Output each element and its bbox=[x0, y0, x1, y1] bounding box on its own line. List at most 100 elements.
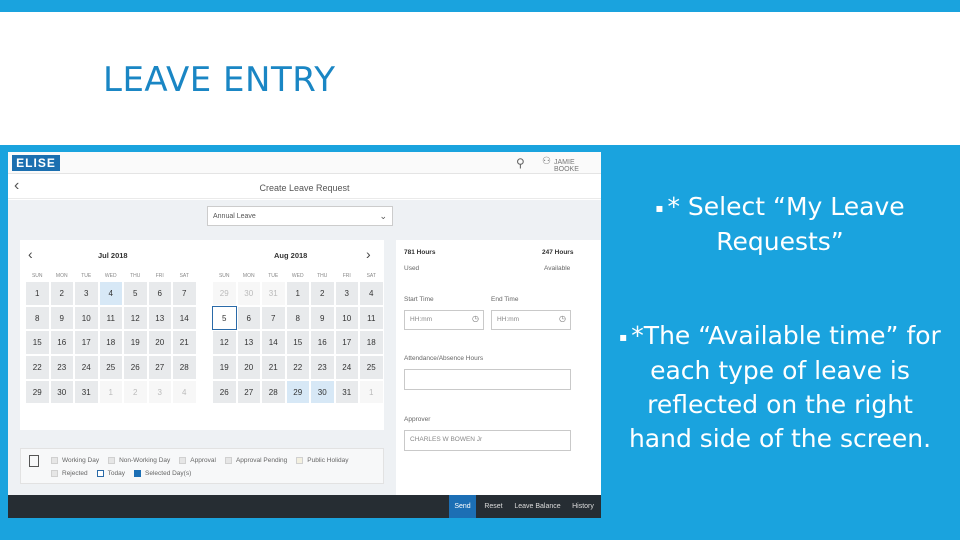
calendar-day[interactable]: 17 bbox=[74, 330, 99, 356]
calendar-day[interactable]: 8 bbox=[285, 305, 310, 331]
clock-icon[interactable]: ◷ bbox=[559, 314, 566, 323]
calendar-day[interactable]: 16 bbox=[49, 330, 74, 356]
calendar-day[interactable]: 2 bbox=[123, 379, 148, 405]
history-button[interactable]: History bbox=[568, 495, 598, 518]
send-button[interactable]: Send bbox=[449, 495, 476, 518]
calendar-day[interactable]: 6 bbox=[147, 281, 172, 306]
legend-label: Selected Day(s) bbox=[145, 470, 192, 477]
calendar-day[interactable]: 10 bbox=[334, 305, 359, 331]
app-logo[interactable]: ELISE bbox=[12, 155, 60, 171]
legend-item: Public Holiday bbox=[296, 457, 348, 464]
leave-type-select[interactable]: Annual Leave ⌄ bbox=[207, 206, 393, 226]
calendar-day[interactable]: 13 bbox=[236, 330, 261, 356]
calendar-day[interactable]: 25 bbox=[98, 355, 123, 380]
calendar-day[interactable]: 30 bbox=[236, 281, 261, 306]
calendar-day[interactable]: 2 bbox=[49, 281, 74, 306]
calendar-day[interactable]: 29 bbox=[212, 281, 237, 306]
calendar-day[interactable]: 3 bbox=[334, 281, 359, 306]
calendar-day[interactable]: 1 bbox=[359, 379, 384, 405]
calendar-day[interactable]: 5 bbox=[212, 305, 237, 331]
calendar-day[interactable]: 4 bbox=[172, 379, 197, 405]
calendar-day[interactable]: 31 bbox=[261, 281, 286, 306]
calendar-day[interactable]: 12 bbox=[123, 305, 148, 331]
calendar-day[interactable]: 11 bbox=[98, 305, 123, 331]
calendar-day[interactable]: 23 bbox=[310, 355, 335, 380]
user-name[interactable]: JAMIE BOOKE bbox=[554, 159, 601, 173]
legend-swatch bbox=[51, 457, 58, 464]
calendar-day[interactable]: 1 bbox=[285, 281, 310, 306]
legend-item: Non-Working Day bbox=[108, 457, 170, 464]
calendar-day[interactable]: 24 bbox=[334, 355, 359, 380]
calendar-day[interactable]: 28 bbox=[261, 379, 286, 405]
calendar-day[interactable]: 20 bbox=[147, 330, 172, 356]
next-month-arrow-icon[interactable]: › bbox=[366, 246, 371, 262]
calendar-day[interactable]: 3 bbox=[147, 379, 172, 405]
calendar-day[interactable]: 11 bbox=[359, 305, 384, 331]
calendar-day[interactable]: 5 bbox=[123, 281, 148, 306]
calendar-day[interactable]: 26 bbox=[212, 379, 237, 405]
calendar-day[interactable]: 12 bbox=[212, 330, 237, 356]
legend-swatch bbox=[51, 470, 58, 477]
calendar-day[interactable]: 21 bbox=[172, 330, 197, 356]
calendar-day[interactable]: 7 bbox=[261, 305, 286, 331]
calendar-day[interactable]: 14 bbox=[172, 305, 197, 331]
calendar-day[interactable]: 29 bbox=[25, 379, 50, 405]
leave-balance-button[interactable]: Leave Balance bbox=[511, 495, 564, 518]
weekday-label: WED bbox=[104, 273, 117, 279]
calendar-day[interactable]: 19 bbox=[123, 330, 148, 356]
calendar-day[interactable]: 6 bbox=[236, 305, 261, 331]
calendar-day[interactable]: 26 bbox=[123, 355, 148, 380]
calendar-day[interactable]: 27 bbox=[147, 355, 172, 380]
legend-toggle-icon[interactable] bbox=[29, 455, 39, 467]
calendar-day[interactable]: 29 bbox=[285, 379, 310, 405]
calendar-day[interactable]: 20 bbox=[236, 355, 261, 380]
calendar-day[interactable]: 4 bbox=[98, 281, 123, 306]
calendar-day[interactable]: 3 bbox=[74, 281, 99, 306]
calendar-day[interactable]: 10 bbox=[74, 305, 99, 331]
reset-button[interactable]: Reset bbox=[480, 495, 507, 518]
calendar-day[interactable]: 18 bbox=[359, 330, 384, 356]
weekday-label: SAT bbox=[366, 273, 376, 279]
calendar-day[interactable]: 19 bbox=[212, 355, 237, 380]
calendar-day[interactable]: 15 bbox=[285, 330, 310, 356]
calendar-day[interactable]: 28 bbox=[172, 355, 197, 380]
available-hours: 247 Hours bbox=[542, 249, 574, 256]
calendar-day[interactable]: 1 bbox=[25, 281, 50, 306]
start-time-input[interactable]: HH:mm ◷ bbox=[404, 310, 484, 330]
action-bar: Send Reset Leave Balance History bbox=[8, 495, 601, 518]
calendar-day[interactable]: 30 bbox=[310, 379, 335, 405]
calendar-day[interactable]: 31 bbox=[334, 379, 359, 405]
calendar-day[interactable]: 14 bbox=[261, 330, 286, 356]
weekday-label: MON bbox=[55, 273, 68, 279]
approver-input[interactable]: CHARLES W BOWEN Jr bbox=[404, 430, 571, 451]
calendar-day[interactable]: 17 bbox=[334, 330, 359, 356]
calendar-day[interactable]: 27 bbox=[236, 379, 261, 405]
legend-swatch bbox=[224, 457, 232, 464]
calendar-day[interactable]: 7 bbox=[172, 281, 197, 306]
calendar-day[interactable]: 21 bbox=[261, 355, 286, 380]
search-icon[interactable]: ⚲ bbox=[516, 156, 525, 170]
calendar-day[interactable]: 8 bbox=[25, 305, 50, 331]
clock-icon[interactable]: ◷ bbox=[472, 314, 479, 323]
calendar-day[interactable]: 16 bbox=[310, 330, 335, 356]
calendar-day[interactable]: 13 bbox=[147, 305, 172, 331]
calendar-day[interactable]: 23 bbox=[49, 355, 74, 380]
calendar-day[interactable]: 25 bbox=[359, 355, 384, 380]
prev-month-arrow-icon[interactable]: ‹ bbox=[28, 246, 33, 262]
calendar-day[interactable]: 1 bbox=[98, 379, 123, 405]
calendar-day[interactable]: 18 bbox=[98, 330, 123, 356]
user-icon[interactable]: ⚇ bbox=[542, 156, 551, 167]
calendar-day[interactable]: 22 bbox=[285, 355, 310, 380]
calendar-day[interactable]: 30 bbox=[49, 379, 74, 405]
calendar-day[interactable]: 4 bbox=[359, 281, 384, 306]
calendar-day[interactable]: 24 bbox=[74, 355, 99, 380]
end-time-input[interactable]: HH:mm ◷ bbox=[491, 310, 571, 330]
calendar-day[interactable]: 15 bbox=[25, 330, 50, 356]
calendar-day[interactable]: 22 bbox=[25, 355, 50, 380]
calendar-day[interactable]: 9 bbox=[49, 305, 74, 331]
hours-input[interactable] bbox=[404, 369, 571, 390]
approver-value: CHARLES W BOWEN Jr bbox=[410, 436, 483, 443]
calendar-day[interactable]: 2 bbox=[310, 281, 335, 306]
calendar-day[interactable]: 9 bbox=[310, 305, 335, 331]
calendar-day[interactable]: 31 bbox=[74, 379, 99, 405]
